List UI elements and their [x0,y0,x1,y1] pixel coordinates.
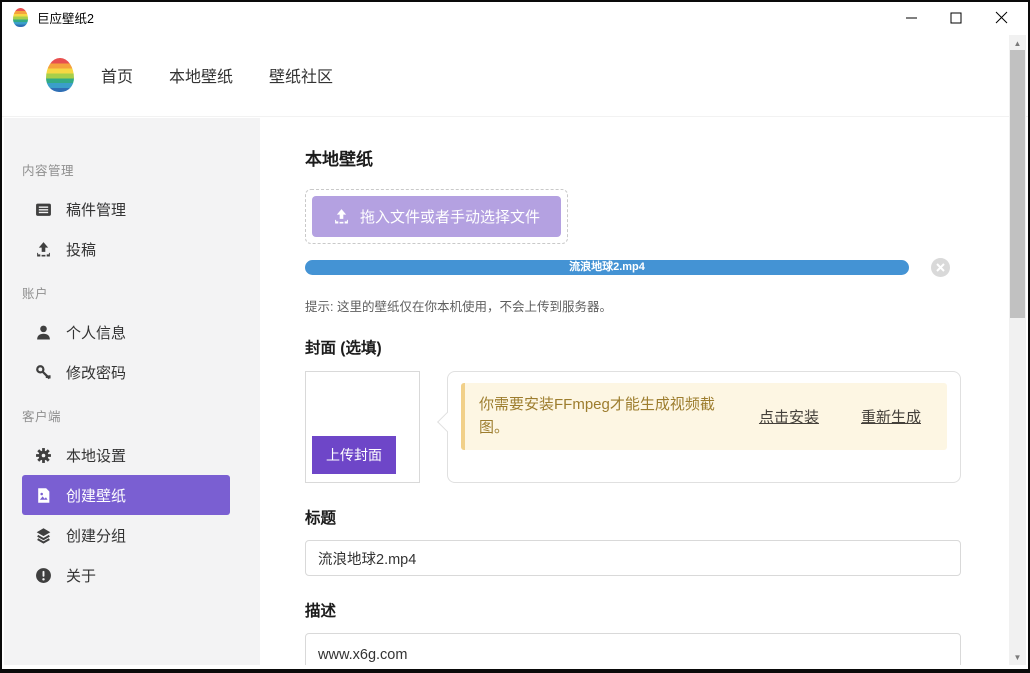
sidebar-item-manuscripts[interactable]: 稿件管理 [22,189,230,229]
brand-logo-icon [46,58,74,92]
page-title: 本地壁纸 [305,145,961,170]
key-icon [34,364,53,381]
sidebar-item-create-wallpaper[interactable]: 创建壁纸 [22,475,230,515]
sidebar-item-label: 关于 [66,565,96,586]
title-field-label: 标题 [305,506,961,528]
sidebar: 内容管理 稿件管理 投稿 账户 个人信息 [4,118,260,665]
cover-preview-box[interactable]: 上传封面 [305,371,420,483]
sidebar-item-label: 创建壁纸 [66,485,126,506]
local-only-hint: 提示: 这里的壁纸仅在你本机使用，不会上传到服务器。 [305,296,961,315]
nav-local-wallpaper[interactable]: 本地壁纸 [169,63,233,87]
sidebar-section-content-mgmt: 内容管理 [22,160,260,179]
ffmpeg-alert-text: 你需要安装FFmpeg才能生成视频截图。 [479,393,731,440]
cover-row: 上传封面 你需要安装FFmpeg才能生成视频截图。 点击安装 重新生成 [305,371,961,483]
article-icon [34,201,53,218]
sidebar-item-profile[interactable]: 个人信息 [22,312,230,352]
sidebar-section-account: 账户 [22,283,260,302]
scrollbar-thumb[interactable] [1010,50,1025,318]
regenerate-link[interactable]: 重新生成 [861,406,921,427]
sidebar-item-label: 稿件管理 [66,199,126,220]
ffmpeg-alert: 你需要安装FFmpeg才能生成视频截图。 点击安装 重新生成 [461,383,947,450]
vertical-scrollbar[interactable]: ▲ ▼ [1009,35,1026,665]
sidebar-item-label: 本地设置 [66,445,126,466]
title-input[interactable] [305,540,961,576]
select-file-button[interactable]: 拖入文件或者手动选择文件 [312,196,561,237]
cover-tooltip-bubble: 你需要安装FFmpeg才能生成视频截图。 点击安装 重新生成 [447,371,961,483]
window-title: 巨应壁纸2 [37,8,94,27]
sidebar-item-create-group[interactable]: 创建分组 [22,515,230,555]
progress-filename: 流浪地球2.mp4 [569,261,645,273]
upload-progress-bar: 流浪地球2.mp4 [305,260,909,275]
upload-icon [34,241,53,258]
sidebar-item-label: 创建分组 [66,525,126,546]
maximize-button[interactable] [948,10,964,26]
sidebar-item-local-settings[interactable]: 本地设置 [22,435,230,475]
sidebar-item-submit[interactable]: 投稿 [22,229,230,269]
description-field-label: 描述 [305,599,961,621]
titlebar: 巨应壁纸2 [2,2,1028,33]
file-image-icon [34,487,53,504]
minimize-button[interactable] [903,10,919,26]
upload-tray-icon [333,208,350,225]
close-button[interactable] [993,10,1009,26]
about-icon [34,567,53,584]
sidebar-item-change-password[interactable]: 修改密码 [22,352,230,392]
sidebar-item-about[interactable]: 关于 [22,555,230,595]
window-controls [903,10,1017,26]
description-input[interactable] [305,633,961,665]
sidebar-item-label: 投稿 [66,239,96,260]
scroll-down-icon[interactable]: ▼ [1009,649,1026,665]
main-content: 本地壁纸 拖入文件或者手动选择文件 流浪地球2.mp4 提示: 这里的壁纸仅在你… [260,118,1009,665]
sidebar-item-label: 个人信息 [66,322,126,343]
alert-links: 点击安装 重新生成 [759,406,921,427]
nav-wallpaper-community[interactable]: 壁纸社区 [269,63,333,87]
sidebar-item-label: 修改密码 [66,362,126,383]
remove-file-icon[interactable] [931,258,950,277]
top-nav: 首页 本地壁纸 壁纸社区 [2,33,1028,117]
sidebar-section-client: 客户端 [22,406,260,425]
scroll-up-icon[interactable]: ▲ [1009,35,1026,51]
person-icon [34,324,53,341]
app-window: 巨应壁纸2 首页 本地壁纸 壁纸社区 内容管理 [0,0,1030,673]
layers-icon [34,527,53,544]
file-dropzone[interactable]: 拖入文件或者手动选择文件 [305,189,568,244]
bubble-pointer [437,412,457,432]
app-logo-icon [13,8,28,27]
upload-progress-row: 流浪地球2.mp4 [305,258,961,277]
upload-cover-button[interactable]: 上传封面 [312,436,396,474]
gear-icon [34,447,53,464]
nav-home[interactable]: 首页 [101,63,133,87]
install-ffmpeg-link[interactable]: 点击安装 [759,406,819,427]
cover-section-title: 封面 (选填) [305,336,961,358]
